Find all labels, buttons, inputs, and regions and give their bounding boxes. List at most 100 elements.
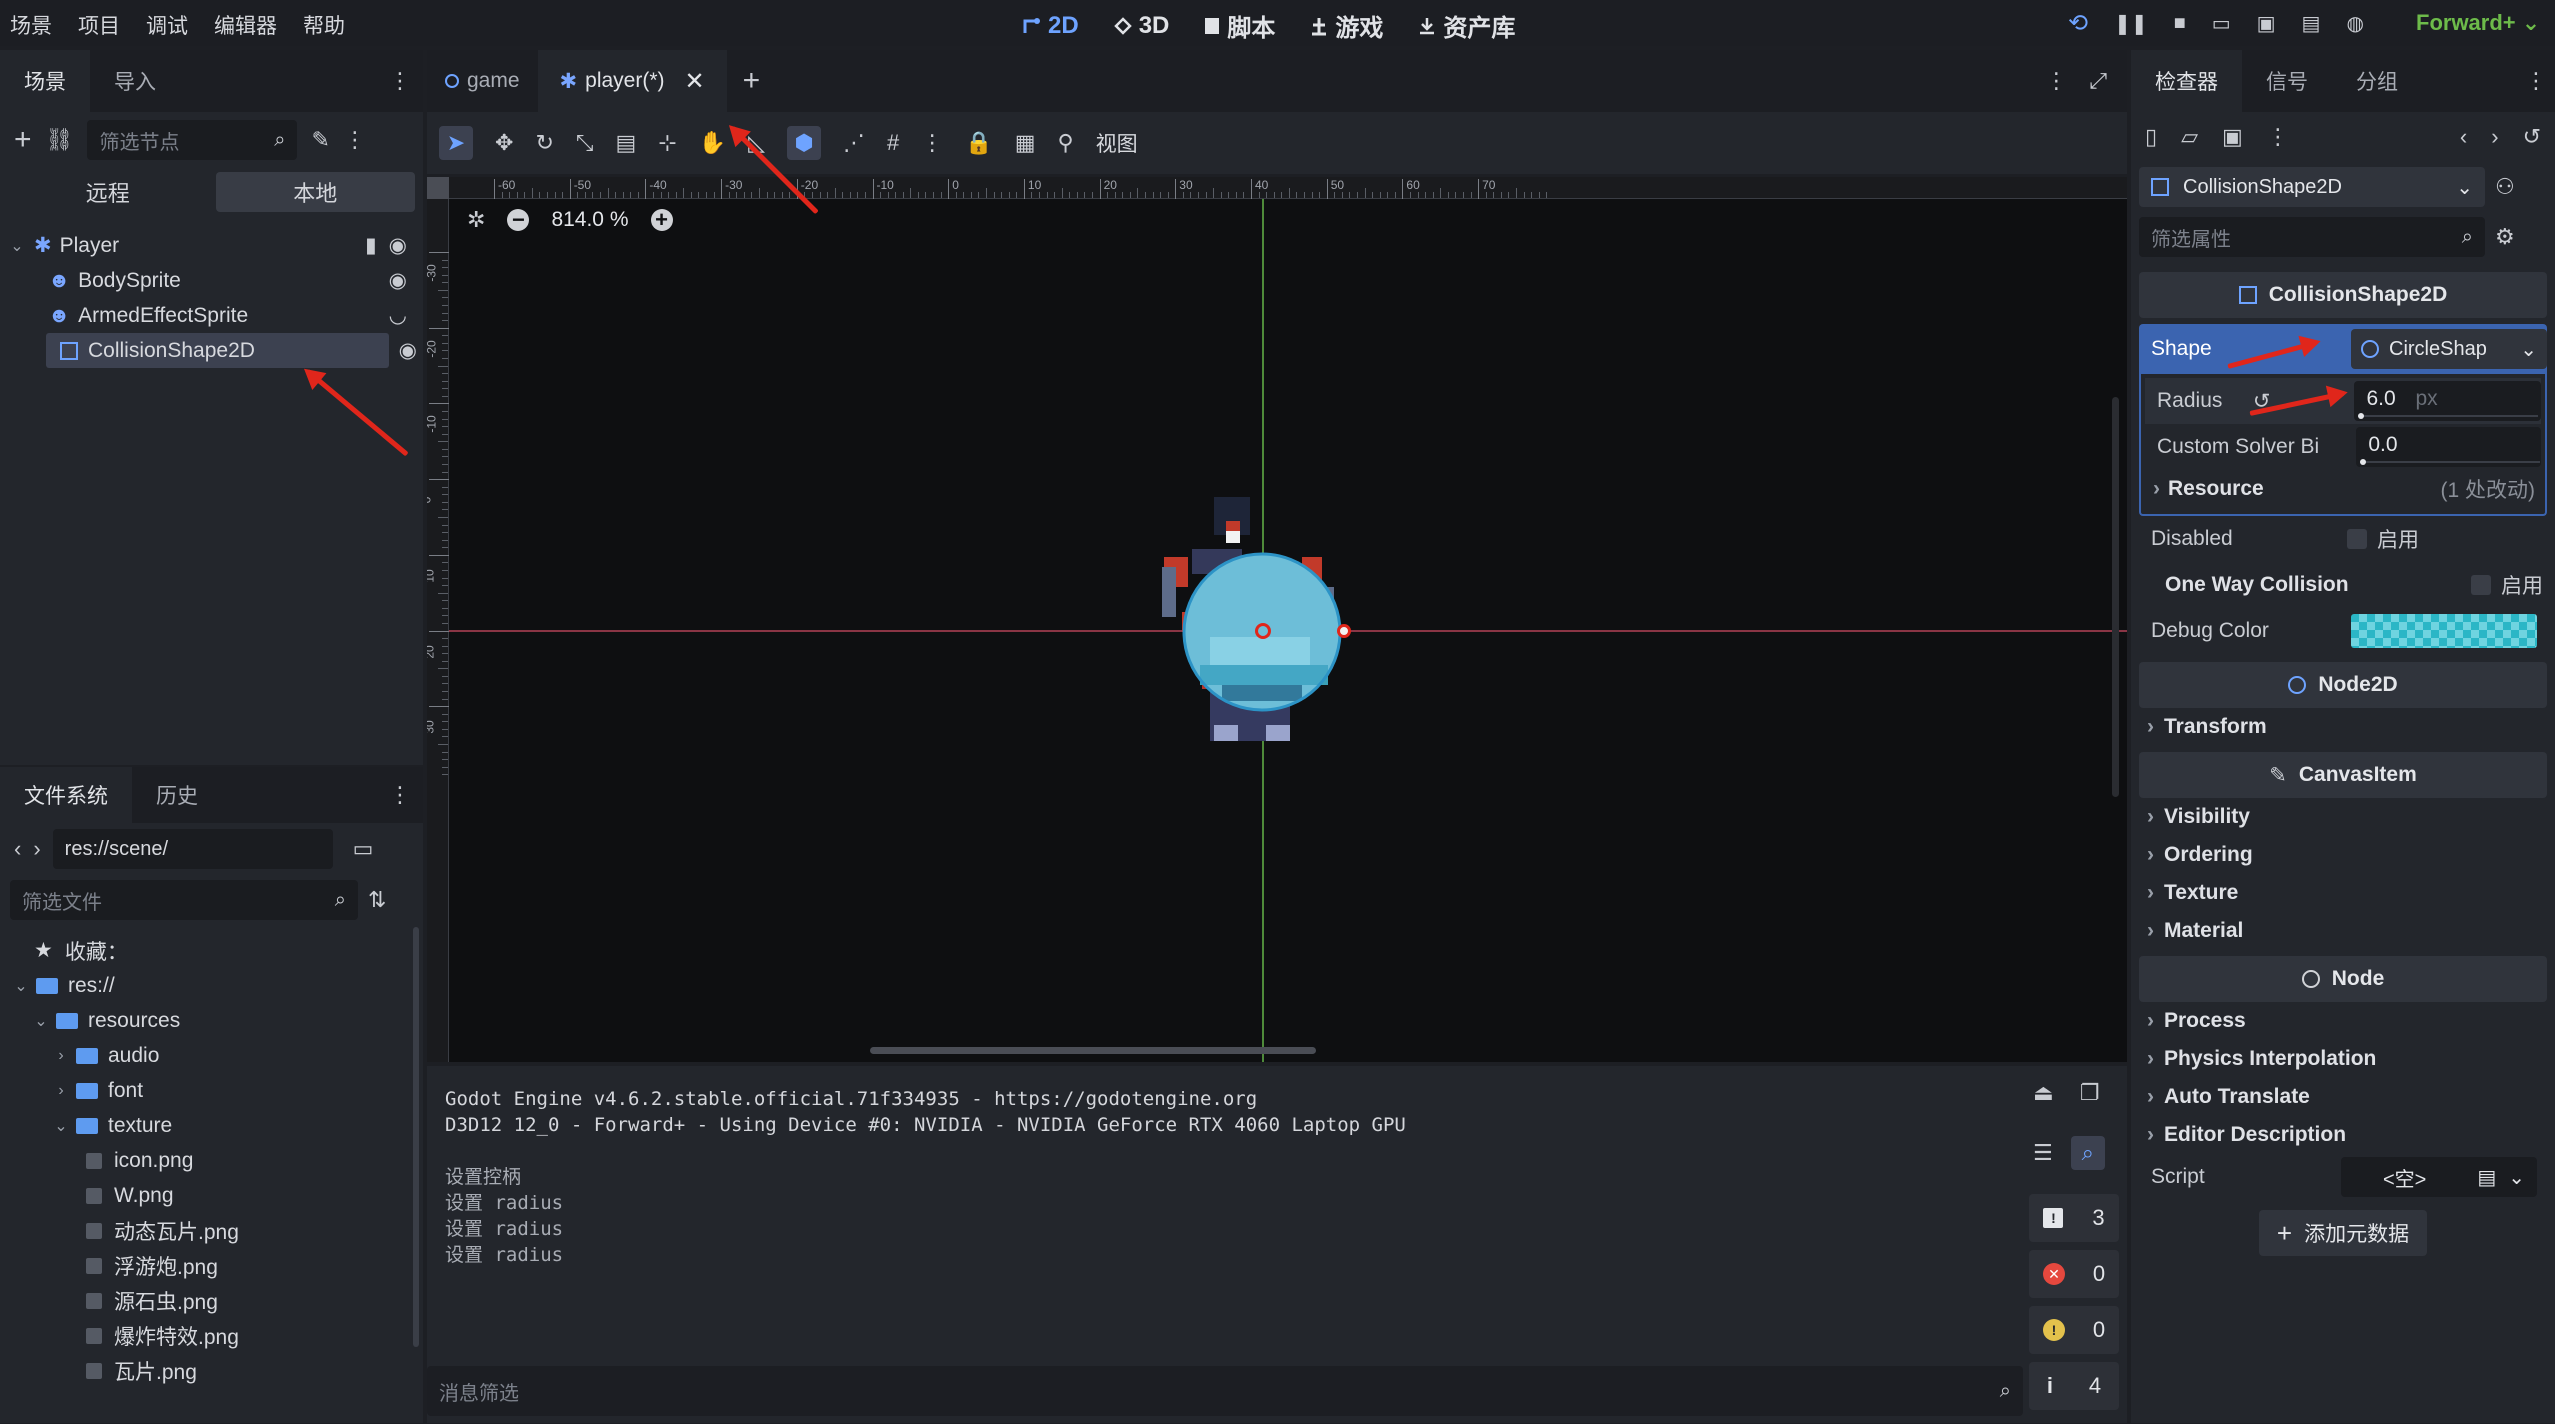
new-resource-icon[interactable]: ▯ (2145, 124, 2157, 150)
link-icon[interactable]: ⛓ (46, 127, 74, 153)
property-filter-input[interactable]: 筛选属性 ⌕ (2139, 217, 2485, 257)
filter-info-button[interactable]: i4 (2029, 1362, 2119, 1410)
mode-script-button[interactable]: 脚本 (1203, 8, 1275, 43)
collapse-icon[interactable]: ☰ (2033, 1140, 2053, 1166)
scene-menu-icon[interactable]: ⋮ (344, 127, 366, 153)
mode-3d-button[interactable]: 3D (1113, 12, 1169, 40)
profiler-icon[interactable]: ◍ (2346, 11, 2363, 36)
debug-color-swatch[interactable] (2351, 614, 2537, 648)
fullscreen-icon[interactable]: ⤢ (2089, 68, 2107, 94)
add-node-icon[interactable]: + (14, 123, 32, 157)
open-resource-icon[interactable]: ▱ (2181, 124, 2198, 150)
history-icon[interactable]: ↺ (2523, 124, 2541, 150)
clapper-icon[interactable]: ▤ (2302, 11, 2321, 36)
menu-help[interactable]: 帮助 (303, 10, 345, 40)
mode-assetlib-button[interactable]: 资产库 (1417, 8, 1515, 43)
folder-item[interactable]: ⌄ res:// (12, 968, 411, 1003)
radius-slider-grabber[interactable] (2358, 413, 2365, 419)
new-tab-icon[interactable]: + (743, 64, 761, 98)
category-resource[interactable]: › Resource (1 处改动) (2145, 470, 2541, 508)
file-scrollbar[interactable] (413, 927, 419, 1347)
reload-icon[interactable]: ⟲ (2068, 9, 2088, 38)
viewport-vscrollbar[interactable] (2112, 397, 2119, 797)
node-filter-input[interactable]: 筛选节点 ⌕ (87, 120, 298, 160)
split-view-icon[interactable]: ▭ (353, 836, 374, 862)
visibility-eye-icon[interactable]: ◉ (399, 338, 417, 363)
category-editor-description[interactable]: › Editor Description (2139, 1116, 2547, 1154)
rotate-tool-icon[interactable]: ↻ (535, 130, 553, 156)
view-menu[interactable]: 视图 (1096, 128, 1138, 158)
mode-game-button[interactable]: 游戏 (1309, 8, 1383, 43)
close-icon[interactable]: ✕ (685, 67, 705, 96)
snap-options-icon[interactable]: ⋮ (921, 130, 943, 156)
pause-icon[interactable]: ❚❚ (2114, 11, 2148, 36)
menu-editor[interactable]: 编辑器 (214, 10, 277, 40)
move-tool-icon[interactable]: ✥ (495, 130, 513, 156)
section-node[interactable]: Node (2139, 956, 2547, 1002)
pivot-tool-icon[interactable]: ⊹ (658, 130, 676, 156)
visibility-eye-icon[interactable]: ◉ (389, 268, 407, 293)
filter-settings-icon[interactable]: ⚙ (2495, 224, 2515, 250)
smart-snap-icon[interactable]: ⬢ (787, 126, 822, 160)
category-visibility[interactable]: › Visibility (2139, 798, 2547, 836)
renderer-selector[interactable]: Forward+ ⌄ (2416, 10, 2540, 36)
folder-item[interactable]: › audio (12, 1038, 411, 1073)
menu-debug[interactable]: 调试 (146, 10, 188, 40)
tab-inspector[interactable]: 检查器 (2131, 50, 2242, 112)
visibility-eye-icon[interactable]: ◉ (389, 233, 407, 258)
one-way-checkbox[interactable] (2471, 575, 2491, 595)
viewport-hscrollbar[interactable] (870, 1047, 1316, 1054)
movie-icon[interactable]: ▣ (2257, 11, 2276, 36)
path-input[interactable]: res://scene/ (52, 829, 333, 869)
chevron-down-icon[interactable]: ⌄ (12, 976, 30, 996)
menu-scene[interactable]: 场景 (10, 10, 52, 40)
chevron-right-icon[interactable]: › (52, 1082, 70, 1100)
scale-tool-icon[interactable]: ⤡ (576, 130, 594, 156)
mode-2d-button[interactable]: 2D (1022, 12, 1079, 40)
search-toggle-icon[interactable]: ⌕ (2070, 1136, 2105, 1170)
back-icon[interactable]: ‹ (14, 836, 21, 862)
chevron-down-icon[interactable]: ⌄ (32, 1011, 50, 1031)
snap-guides-icon[interactable]: ⋰ (843, 130, 865, 156)
chevron-down-icon[interactable]: ⌄ (52, 1116, 70, 1136)
center-view-icon[interactable]: ✲ (467, 207, 485, 233)
script-picker[interactable]: <空> ▤ ⌄ (2341, 1157, 2537, 1197)
resource-menu-icon[interactable]: ⋮ (2267, 124, 2289, 150)
zoom-out-icon[interactable]: − (507, 207, 530, 232)
filter-errors-button[interactable]: ✕ 0 (2029, 1250, 2119, 1298)
forward-icon[interactable]: › (33, 836, 40, 862)
tab-import[interactable]: 导入 (90, 50, 180, 112)
list-select-icon[interactable]: ▤ (615, 130, 636, 156)
copy-output-icon[interactable]: ❐ (2080, 1080, 2100, 1106)
message-filter-input[interactable]: 消息筛选 ⌕ (427, 1366, 2023, 1416)
add-metadata-button[interactable]: + 添加元数据 (2258, 1210, 2428, 1256)
folder-item[interactable]: ⌄ texture (12, 1108, 411, 1143)
zoom-level[interactable]: 814.0 % (551, 208, 628, 232)
script-icon[interactable]: ▮ (365, 233, 377, 258)
tab-game-scene[interactable]: game (427, 50, 538, 112)
file-item[interactable]: W.png (12, 1178, 411, 1213)
node-info-icon[interactable]: ⚇ (2495, 174, 2515, 200)
stop-icon[interactable]: ■ (2174, 12, 2186, 35)
tree-item-bodysprite[interactable]: ☻ BodySprite ◉ (8, 263, 415, 298)
solver-bias-field[interactable]: 0.0 (2356, 427, 2541, 467)
folder-item[interactable]: › font (12, 1073, 411, 1108)
remote-button[interactable]: 远程 (8, 172, 208, 212)
tab-history[interactable]: 历史 (132, 767, 222, 823)
local-button[interactable]: 本地 (215, 172, 415, 212)
chevron-right-icon[interactable]: › (52, 1047, 70, 1065)
filter-warnings-button[interactable]: ! 0 (2029, 1306, 2119, 1354)
save-resource-icon[interactable]: ▣ (2222, 124, 2243, 150)
category-auto-translate[interactable]: › Auto Translate (2139, 1078, 2547, 1116)
radius-handle[interactable] (1337, 624, 1351, 638)
folder-item[interactable]: ⌄ resources (12, 1003, 411, 1038)
add-script-icon[interactable]: ✎ (311, 127, 329, 153)
file-item[interactable]: 浮游炮.png (12, 1248, 411, 1283)
filter-messages-button[interactable]: ! 3 (2029, 1194, 2119, 1242)
lock-icon[interactable]: 🔒 (965, 130, 992, 156)
category-transform[interactable]: › Transform (2139, 708, 2547, 746)
radius-field[interactable]: 6.0 px (2354, 381, 2541, 421)
tab-filesystem[interactable]: 文件系统 (0, 767, 132, 823)
object-selector[interactable]: CollisionShape2D ⌄ (2139, 167, 2485, 207)
visibility-hidden-icon[interactable]: ◡ (389, 303, 407, 328)
